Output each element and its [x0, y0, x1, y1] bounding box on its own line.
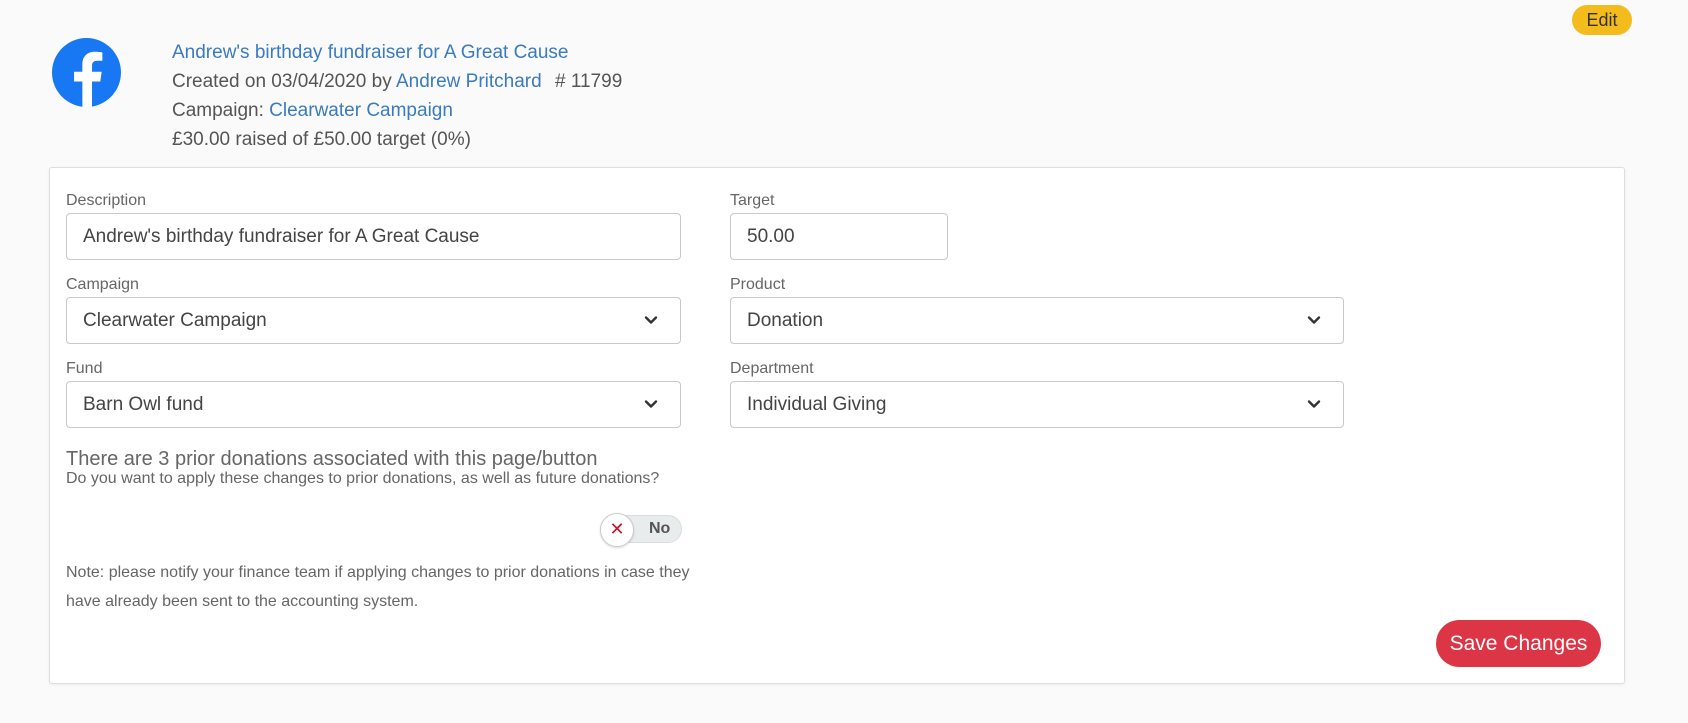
campaign-select-value: Clearwater Campaign [83, 310, 267, 331]
prior-donations-question: Do you want to apply these changes to pr… [66, 470, 660, 487]
department-label: Department [730, 360, 814, 377]
creator-link[interactable]: Andrew Pritchard [396, 71, 542, 92]
target-label: Target [730, 192, 775, 209]
description-label: Description [66, 192, 147, 209]
campaign-prefix: Campaign: [172, 100, 264, 121]
fund-label: Fund [66, 360, 103, 377]
product-select-value: Donation [747, 310, 824, 331]
finance-note: Note: please notify your finance team if… [66, 564, 690, 610]
progress-text: £30.00 raised of £50.00 target (0%) [172, 129, 471, 150]
campaign-label: Campaign [66, 276, 139, 293]
department-select[interactable]: Individual Giving [730, 381, 1344, 428]
edit-form-card: Description Andrew's birthday fundraiser… [49, 167, 1625, 684]
product-label: Product [730, 276, 786, 293]
description-input[interactable]: Andrew's birthday fundraiser for A Great… [66, 213, 681, 260]
page-header-info: Andrew's birthday fundraiser for A Great… [172, 38, 622, 154]
product-select[interactable]: Donation [730, 297, 1344, 344]
campaign-link[interactable]: Clearwater Campaign [269, 100, 453, 121]
department-select-value: Individual Giving [747, 394, 887, 415]
created-text: Created on 03/04/2020 by [172, 71, 392, 92]
chevron-down-icon [1307, 316, 1321, 324]
toggle-state-label: No [649, 520, 671, 537]
x-icon: ✕ [600, 513, 634, 547]
edit-button[interactable]: Edit [1572, 5, 1632, 35]
chevron-down-icon [644, 400, 658, 408]
save-changes-button[interactable]: Save Changes [1436, 620, 1601, 667]
page-number: # 11799 [554, 71, 623, 92]
page-title-link[interactable]: Andrew's birthday fundraiser for A Great… [172, 42, 569, 63]
campaign-select[interactable]: Clearwater Campaign [66, 297, 681, 344]
facebook-icon [52, 38, 121, 107]
fund-select-value: Barn Owl fund [83, 394, 204, 415]
chevron-down-icon [1307, 400, 1321, 408]
target-input[interactable]: 50.00 [730, 213, 948, 260]
apply-to-prior-toggle[interactable]: ✕ No [600, 513, 682, 547]
fund-select[interactable]: Barn Owl fund [66, 381, 681, 428]
chevron-down-icon [644, 316, 658, 324]
